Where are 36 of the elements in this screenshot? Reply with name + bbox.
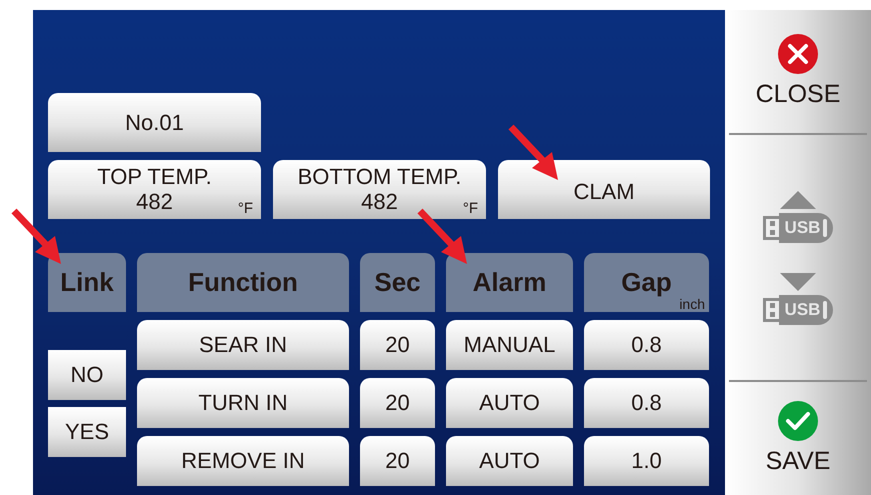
temperature-button[interactable]: TOP TEMP. 482 °F — [48, 160, 261, 219]
column-header-label: Function — [188, 267, 298, 298]
alarm-button[interactable]: AUTO — [446, 378, 573, 428]
function-button[interactable]: REMOVE IN — [137, 436, 349, 486]
function-button[interactable]: SEAR IN — [137, 320, 349, 370]
column-header-label: Gap — [621, 267, 672, 298]
column-unit: inch — [679, 296, 705, 312]
function-button[interactable]: TURN IN — [137, 378, 349, 428]
temperature-label: TOP TEMP. — [97, 165, 212, 190]
gap-button[interactable]: 0.8 — [584, 320, 709, 370]
seconds-button[interactable]: 20 — [360, 378, 435, 428]
gap-button[interactable]: 1.0 — [584, 436, 709, 486]
temperature-value: 482 — [136, 190, 173, 214]
close-icon — [778, 34, 818, 74]
seconds-button[interactable]: 20 — [360, 320, 435, 370]
temperature-value: 482 — [361, 190, 398, 214]
temperature-unit: °F — [462, 200, 478, 217]
seconds-button[interactable]: 20 — [360, 436, 435, 486]
column-header-label: Alarm — [472, 267, 546, 298]
link-button[interactable]: NO — [48, 350, 126, 400]
program-button[interactable]: No.01 — [48, 93, 261, 152]
close-button[interactable]: CLOSE — [756, 34, 840, 109]
down-triangle-icon — [780, 272, 816, 290]
checkmark-icon — [778, 401, 818, 441]
gap-button[interactable]: 0.8 — [584, 378, 709, 428]
column-header-label: Link — [60, 267, 114, 298]
mode-button[interactable]: CLAM — [498, 160, 710, 219]
up-triangle-icon — [780, 190, 816, 208]
temperature-button[interactable]: BOTTOM TEMP. 482 °F — [273, 160, 486, 219]
alarm-button[interactable]: MANUAL — [446, 320, 573, 370]
temperature-unit: °F — [238, 200, 253, 217]
temperature-label: BOTTOM TEMP. — [298, 165, 462, 190]
alarm-button[interactable]: AUTO — [446, 436, 573, 486]
link-button[interactable]: YES — [48, 406, 126, 456]
column-header-label: Sec — [374, 267, 421, 298]
save-button[interactable]: SAVE — [766, 401, 830, 476]
